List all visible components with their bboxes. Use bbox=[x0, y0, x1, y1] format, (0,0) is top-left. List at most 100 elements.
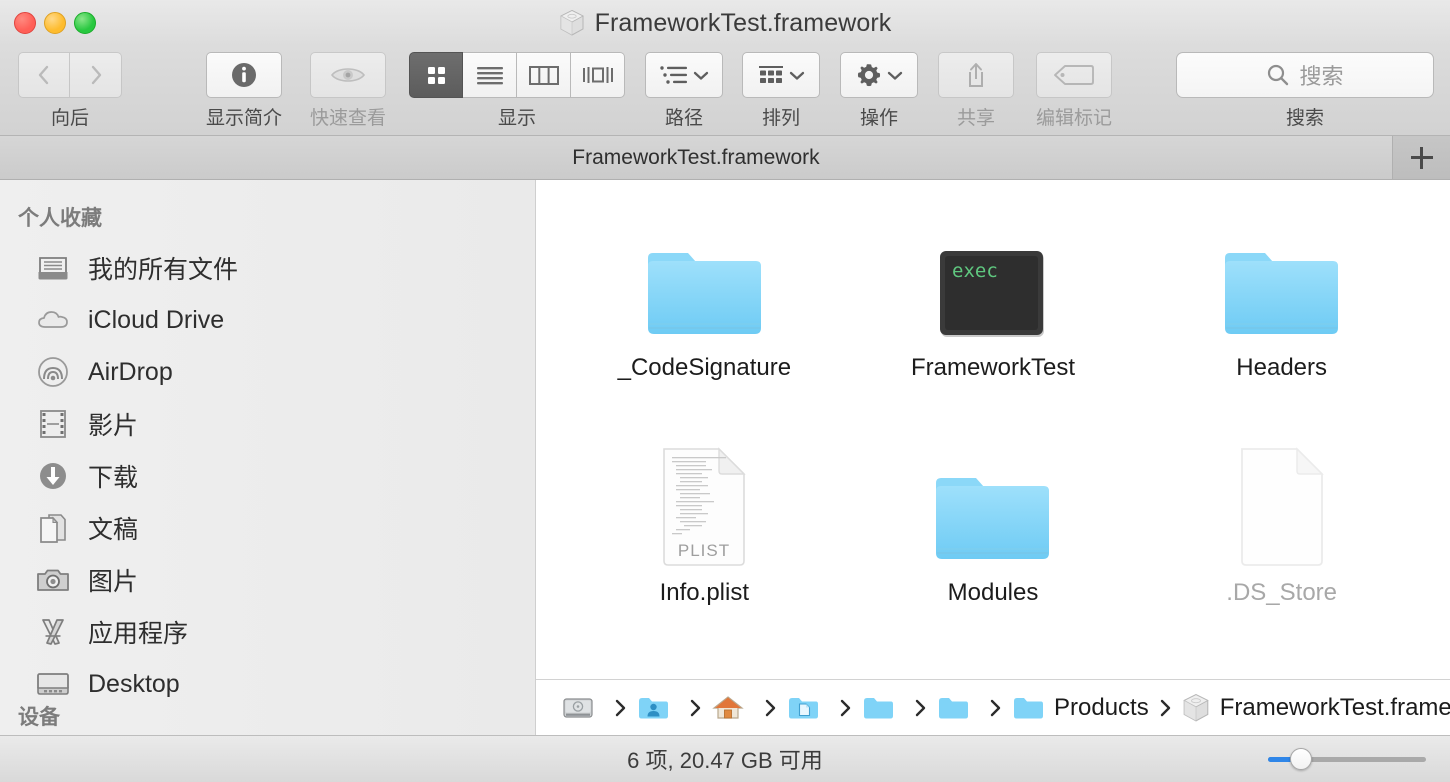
file-item[interactable]: _CodeSignature bbox=[560, 196, 849, 421]
toolbar: 向后 显示简介 快速查看 显示 路径 排列 操作 共享 编辑标记 搜索 搜索 bbox=[0, 46, 1450, 136]
share-button[interactable] bbox=[938, 52, 1014, 98]
breadcrumb-item-home[interactable] bbox=[712, 694, 754, 722]
status-text: 6 项, 20.47 GB 可用 bbox=[627, 748, 823, 773]
eye-icon bbox=[330, 68, 366, 82]
sidebar-item-label: 文稿 bbox=[88, 516, 139, 544]
back-button[interactable] bbox=[18, 52, 70, 98]
sidebar: 个人收藏 我的所有文件 iCloud Drive AirDrop 影片 下载 文… bbox=[0, 180, 536, 735]
breadcrumb-item-users[interactable] bbox=[637, 695, 679, 721]
executable-terminal-icon: exec bbox=[923, 204, 1063, 344]
grid-dots-icon bbox=[759, 66, 783, 83]
tab-frameworktest[interactable]: FrameworkTest.framework bbox=[0, 136, 1393, 179]
sidebar-item-label: AirDrop bbox=[88, 357, 173, 386]
folder-icon bbox=[939, 697, 968, 718]
downloads-arrow-icon bbox=[36, 459, 70, 493]
file-name: _CodeSignature bbox=[617, 354, 792, 381]
home-folder-icon bbox=[712, 695, 744, 719]
arrange-label: 排列 bbox=[761, 108, 800, 129]
tab-bar: FrameworkTest.framework bbox=[0, 136, 1450, 180]
chevron-right-small-icon bbox=[690, 699, 701, 717]
breadcrumb-item-framework[interactable]: FrameworkTest.framework bbox=[1182, 693, 1450, 723]
file-name: .DS_Store bbox=[1226, 579, 1338, 606]
get-info-label: 显示简介 bbox=[206, 108, 283, 129]
search-placeholder: 搜索 bbox=[1299, 64, 1344, 89]
sidebar-item-label: 下载 bbox=[88, 464, 139, 492]
get-info-button[interactable] bbox=[206, 52, 282, 98]
search-group: 搜索 搜索 bbox=[1176, 52, 1434, 130]
breadcrumb-item-products[interactable]: Products bbox=[1012, 694, 1149, 722]
file-item[interactable]: PLIST Info.plist bbox=[560, 421, 849, 646]
slider-knob[interactable] bbox=[1290, 748, 1312, 770]
applications-icon bbox=[36, 615, 70, 649]
framework-cube-icon bbox=[1183, 693, 1209, 721]
sidebar-item-pictures[interactable]: 图片 bbox=[0, 554, 535, 606]
icon-size-slider[interactable] bbox=[1268, 748, 1426, 770]
share-label: 共享 bbox=[956, 108, 995, 129]
search-icon bbox=[1268, 64, 1289, 86]
get-info-group: 显示简介 bbox=[206, 52, 282, 130]
window-body: 个人收藏 我的所有文件 iCloud Drive AirDrop 影片 下载 文… bbox=[0, 180, 1450, 735]
hard-disk-icon bbox=[563, 697, 593, 718]
sidebar-section-devices: 设备 bbox=[18, 706, 60, 729]
sidebar-item-movies[interactable]: 影片 bbox=[0, 398, 535, 450]
file-item[interactable]: .DS_Store bbox=[1137, 421, 1426, 646]
quick-look-button[interactable] bbox=[310, 52, 386, 98]
chevron-right-small-icon bbox=[1160, 699, 1171, 717]
sidebar-item-label: 应用程序 bbox=[88, 620, 189, 648]
view-column-button[interactable] bbox=[517, 52, 571, 98]
sidebar-item-documents[interactable]: 文稿 bbox=[0, 502, 535, 554]
search-input[interactable]: 搜索 bbox=[1176, 52, 1434, 98]
folder-icon bbox=[1212, 204, 1352, 344]
column-view-icon bbox=[528, 66, 559, 85]
quick-look-group: 快速查看 bbox=[310, 52, 386, 130]
search-label: 搜索 bbox=[1285, 108, 1324, 129]
sidebar-item-downloads[interactable]: 下载 bbox=[0, 450, 535, 502]
title-bar: FrameworkTest.framework bbox=[0, 0, 1450, 46]
share-group: 共享 bbox=[938, 52, 1014, 130]
breadcrumb-item-disk[interactable] bbox=[562, 694, 604, 722]
plus-icon bbox=[1410, 146, 1433, 169]
sidebar-item-airdrop[interactable]: AirDrop bbox=[0, 346, 535, 398]
bulleted-list-icon bbox=[660, 66, 687, 84]
view-group: 显示 bbox=[409, 52, 625, 130]
breadcrumb-label: Products bbox=[1054, 693, 1149, 721]
file-name: Modules bbox=[947, 579, 1039, 606]
chevron-right-small-icon bbox=[990, 699, 1001, 717]
breadcrumb-item-folder-6[interactable] bbox=[937, 695, 979, 721]
action-group: 操作 bbox=[840, 52, 918, 130]
quick-look-label: 快速查看 bbox=[310, 108, 387, 129]
icon-view-icon bbox=[428, 67, 445, 84]
file-item[interactable]: Modules bbox=[849, 421, 1138, 646]
breadcrumb-item-folder-5[interactable] bbox=[862, 695, 904, 721]
chevron-right-small-icon bbox=[915, 699, 926, 717]
airdrop-icon bbox=[36, 355, 70, 389]
edit-tags-button[interactable] bbox=[1036, 52, 1112, 98]
path-button[interactable] bbox=[645, 52, 723, 98]
chevron-right-small-icon bbox=[840, 699, 851, 717]
sidebar-item-applications[interactable]: 应用程序 bbox=[0, 606, 535, 658]
view-coverflow-button[interactable] bbox=[571, 52, 625, 98]
view-icon-button[interactable] bbox=[409, 52, 463, 98]
view-list-button[interactable] bbox=[463, 52, 517, 98]
sidebar-item-all-my-files[interactable]: 我的所有文件 bbox=[0, 242, 535, 294]
movies-film-icon bbox=[36, 407, 70, 441]
cloud-icon bbox=[36, 303, 70, 337]
blank-document-icon bbox=[1212, 429, 1352, 569]
plist-document-icon: PLIST bbox=[634, 429, 774, 569]
sidebar-item-icloud-drive[interactable]: iCloud Drive bbox=[0, 294, 535, 346]
pictures-camera-icon bbox=[36, 563, 70, 597]
sidebar-item-label: iCloud Drive bbox=[88, 305, 225, 334]
sidebar-item-desktop[interactable]: Desktop bbox=[0, 658, 535, 710]
action-button[interactable] bbox=[840, 52, 918, 98]
breadcrumb-item-documents[interactable] bbox=[787, 695, 829, 721]
add-tab-button[interactable] bbox=[1393, 136, 1450, 179]
coverflow-view-icon bbox=[582, 67, 613, 83]
sidebar-section-favorites: 个人收藏 bbox=[18, 207, 102, 230]
file-item[interactable]: Headers bbox=[1137, 196, 1426, 421]
arrange-button[interactable] bbox=[742, 52, 820, 98]
chevron-down-icon bbox=[693, 71, 709, 80]
file-item[interactable]: exec FrameworkTest bbox=[849, 196, 1138, 421]
framework-cube-icon bbox=[559, 9, 585, 37]
documents-folder-icon bbox=[789, 697, 818, 718]
forward-button[interactable] bbox=[70, 52, 122, 98]
